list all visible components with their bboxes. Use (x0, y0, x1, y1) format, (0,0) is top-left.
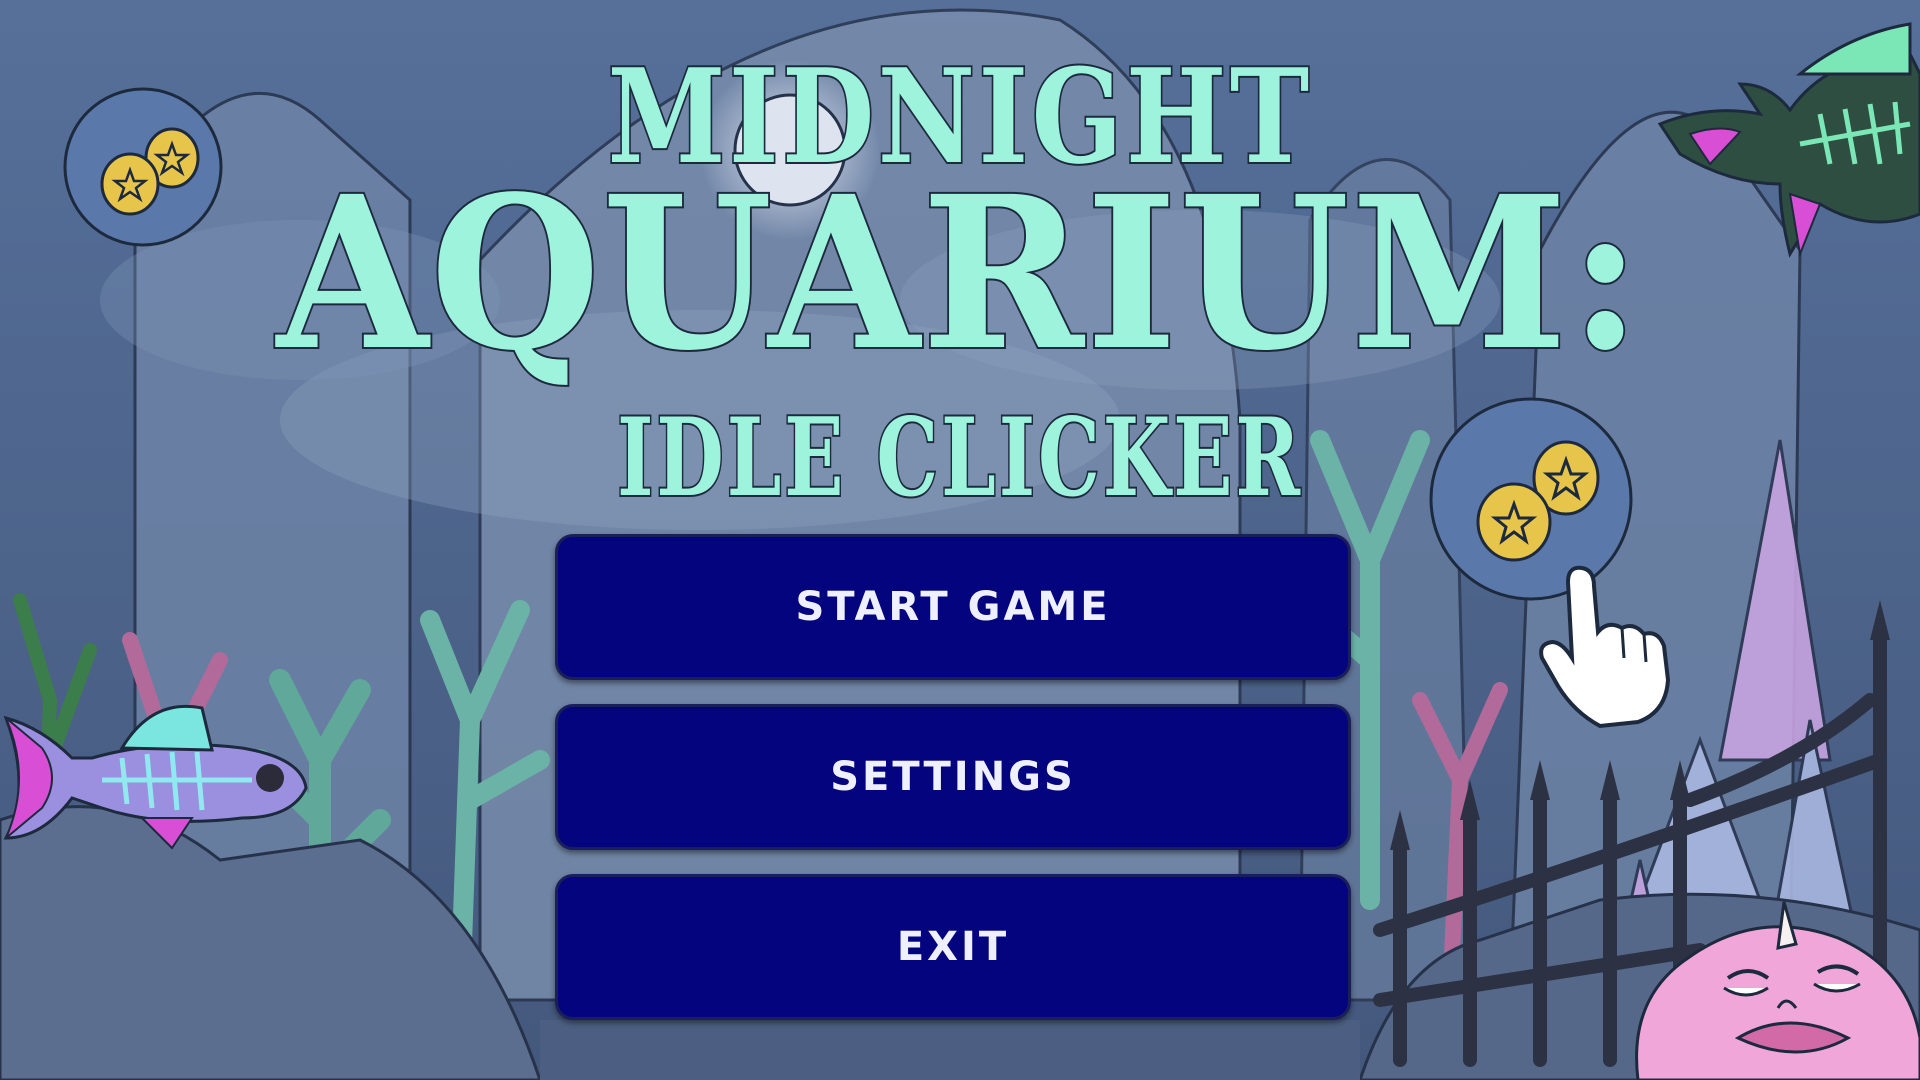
skeleton-fish-icon (1657, 22, 1920, 258)
exit-label: EXIT (896, 924, 1010, 970)
skeleton-fish-icon (3, 704, 308, 850)
start-game-label: START GAME (795, 584, 1111, 630)
start-game-button[interactable]: START GAME (555, 534, 1351, 680)
pink-blob-creature-icon (1635, 901, 1920, 1080)
title-line-2: AQUARIUM: (275, 148, 1644, 399)
settings-label: SETTINGS (830, 754, 1076, 800)
coin-badge-icon (63, 87, 223, 247)
pointing-hand-cursor-icon (1539, 565, 1671, 729)
settings-button[interactable]: SETTINGS (555, 704, 1351, 850)
exit-button[interactable]: EXIT (555, 874, 1351, 1020)
main-menu-screen: MIDNIGHT AQUARIUM: IDLE CLICKER START GA… (0, 0, 1920, 1080)
